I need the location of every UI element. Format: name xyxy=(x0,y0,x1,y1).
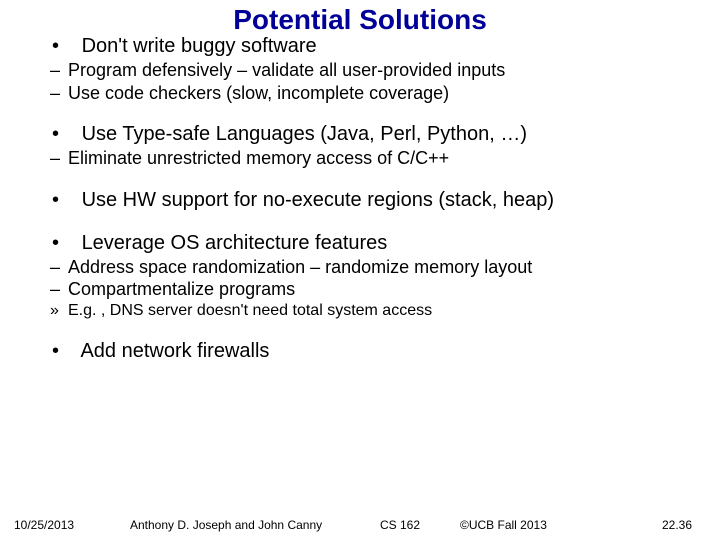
sub-text: Address space randomization – randomize … xyxy=(68,257,532,277)
sub-text: Program defensively – validate all user-… xyxy=(68,60,505,80)
sub-text: Use code checkers (slow, incomplete cove… xyxy=(68,83,449,103)
sub-text: Compartmentalize programs xyxy=(68,279,295,299)
bullet-text: Add network firewalls xyxy=(80,340,269,362)
footer-course: CS 162 xyxy=(380,518,420,532)
sub-item: Eliminate unrestricted memory access of … xyxy=(50,147,690,170)
bullet-text: Leverage OS architecture features xyxy=(82,232,388,254)
slide-footer: 10/25/2013 Anthony D. Joseph and John Ca… xyxy=(0,518,720,534)
slide-title: Potential Solutions xyxy=(0,4,720,36)
slide-content: Don't write buggy software Program defen… xyxy=(50,34,690,382)
slide: Potential Solutions Don't write buggy so… xyxy=(0,0,720,540)
bullet-text: Use Type-safe Languages (Java, Perl, Pyt… xyxy=(82,123,527,145)
bullet-text: Don't write buggy software xyxy=(82,35,317,57)
bullet-item: Use Type-safe Languages (Java, Perl, Pyt… xyxy=(50,122,690,170)
sub-text: Eliminate unrestricted memory access of … xyxy=(68,148,449,168)
sub-item: Use code checkers (slow, incomplete cove… xyxy=(50,82,690,105)
sub-item: Compartmentalize programs E.g. , DNS ser… xyxy=(50,278,690,321)
bullet-item: Use HW support for no-execute regions (s… xyxy=(50,188,690,213)
sub-item: Program defensively – validate all user-… xyxy=(50,59,690,82)
subsub-item: E.g. , DNS server doesn't need total sys… xyxy=(50,301,690,321)
sub-item: Address space randomization – randomize … xyxy=(50,256,690,279)
bullet-item: Add network firewalls xyxy=(50,339,690,364)
subsub-text: E.g. , DNS server doesn't need total sys… xyxy=(68,302,432,319)
bullet-text: Use HW support for no-execute regions (s… xyxy=(82,189,554,211)
footer-date: 10/25/2013 xyxy=(14,518,74,532)
bullet-item: Don't write buggy software Program defen… xyxy=(50,34,690,104)
bullet-item: Leverage OS architecture features Addres… xyxy=(50,231,690,321)
footer-copyright: ©UCB Fall 2013 xyxy=(460,518,547,532)
footer-page: 22.36 xyxy=(662,518,692,532)
footer-author: Anthony D. Joseph and John Canny xyxy=(130,518,322,532)
